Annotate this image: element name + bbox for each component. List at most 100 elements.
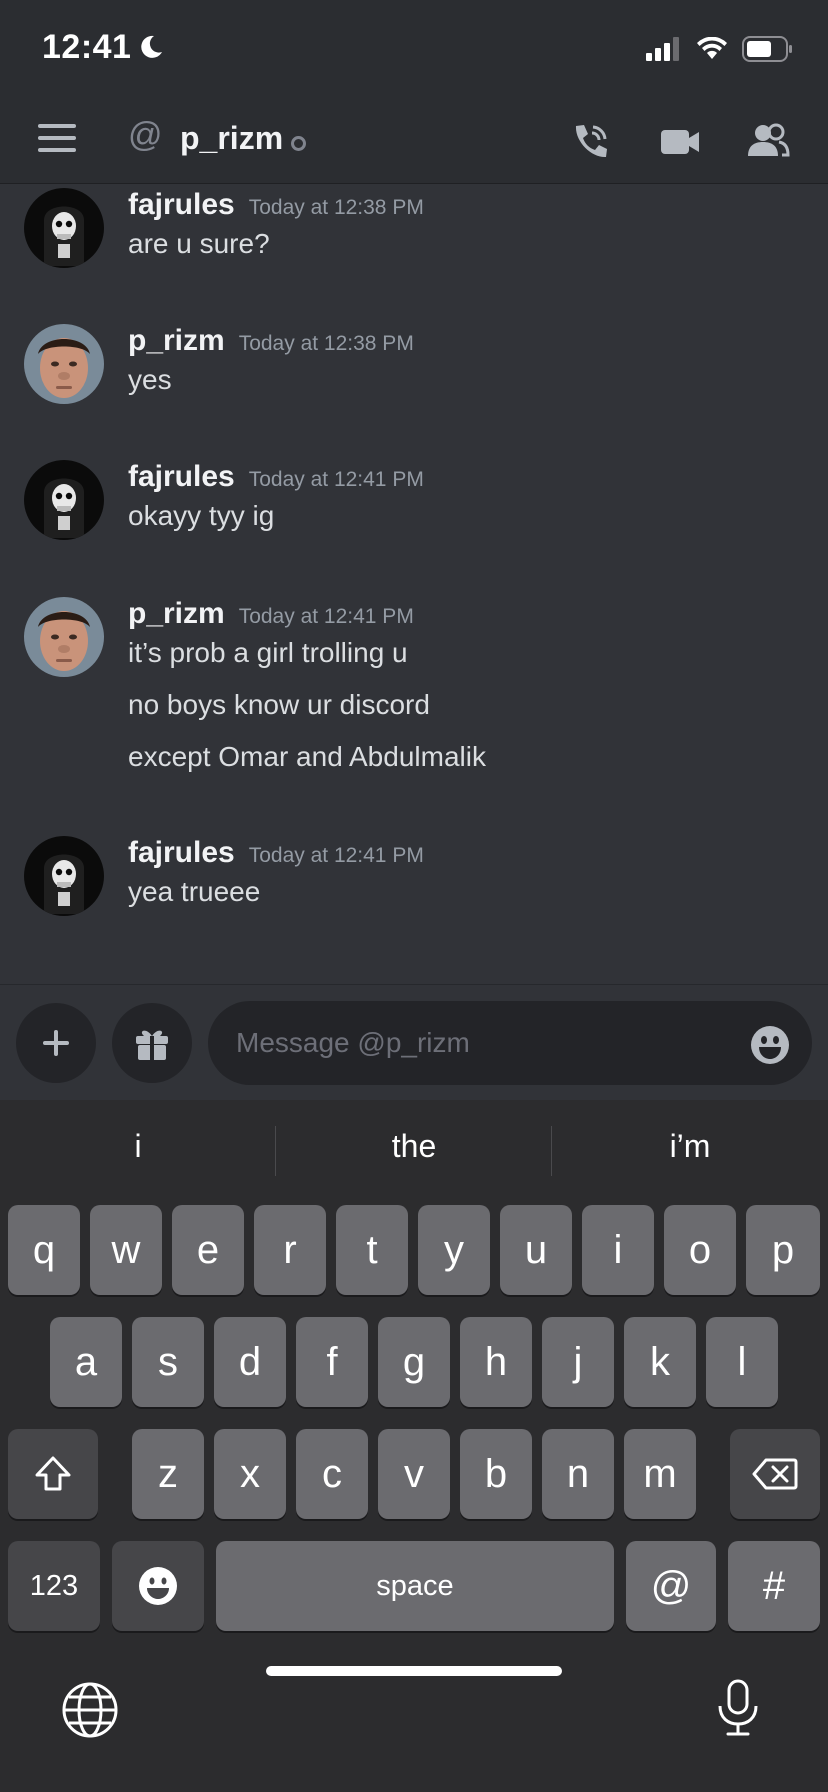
message-header: p_rizm Today at 12:38 PM (128, 324, 414, 358)
emoji-picker-icon[interactable] (750, 1025, 790, 1065)
video-camera-icon (661, 130, 699, 154)
timestamp: Today at 12:41 PM (248, 844, 424, 867)
wifi-icon (697, 37, 727, 59)
home-indicator[interactable] (266, 1666, 562, 1676)
username[interactable]: fajrules (128, 836, 235, 869)
key-r[interactable]: r (254, 1205, 326, 1295)
signal-icon (646, 37, 679, 61)
timestamp: Today at 12:38 PM (248, 196, 424, 219)
avatar-fajrules[interactable] (24, 188, 104, 268)
message-list[interactable]: fajrules Today at 12:38 PM are u sure? p_… (0, 184, 828, 984)
at-key[interactable]: @ (626, 1541, 716, 1631)
ios-keyboard: i the i’m q w e r t y u i o p a s d f g … (0, 1100, 828, 1792)
key-t[interactable]: t (336, 1205, 408, 1295)
message-header: fajrules Today at 12:41 PM (128, 460, 424, 494)
phone-call-icon (575, 125, 607, 158)
key-m[interactable]: m (624, 1429, 696, 1519)
globe-icon[interactable] (60, 1680, 120, 1740)
key-p[interactable]: p (746, 1205, 820, 1295)
shift-key[interactable] (8, 1429, 98, 1519)
key-n[interactable]: n (542, 1429, 614, 1519)
message-item: fajrules Today at 12:41 PM yea trueee (0, 832, 828, 952)
delete-key[interactable] (730, 1429, 820, 1519)
key-g[interactable]: g (378, 1317, 450, 1407)
key-x[interactable]: x (214, 1429, 286, 1519)
suggestion-bar: i the i’m (0, 1100, 828, 1200)
key-y[interactable]: y (418, 1205, 490, 1295)
key-f[interactable]: f (296, 1317, 368, 1407)
key-a[interactable]: a (50, 1317, 122, 1407)
voice-call-button[interactable] (566, 118, 614, 166)
key-b[interactable]: b (460, 1429, 532, 1519)
message-text: okayy tyy ig (128, 500, 275, 531)
face-avatar-icon (24, 324, 104, 404)
status-indicators (646, 36, 794, 62)
username[interactable]: fajrules (128, 460, 235, 493)
key-u[interactable]: u (500, 1205, 572, 1295)
message-text: yea trueee (128, 876, 261, 907)
message-item: p_rizm Today at 12:41 PM it’s prob a girl… (0, 593, 828, 813)
suggestion-item[interactable]: i’m (552, 1128, 828, 1165)
avatar-fajrules[interactable] (24, 836, 104, 916)
offline-status-icon (291, 136, 306, 151)
key-i[interactable]: i (582, 1205, 654, 1295)
key-d[interactable]: d (214, 1317, 286, 1407)
menu-icon[interactable] (38, 124, 76, 156)
key-e[interactable]: e (172, 1205, 244, 1295)
battery-icon (742, 36, 792, 62)
message-item: fajrules Today at 12:41 PM okayy tyy ig (0, 456, 828, 576)
gift-icon (136, 1030, 168, 1060)
key-w[interactable]: w (90, 1205, 162, 1295)
plus-icon (43, 1030, 69, 1056)
video-call-button[interactable] (656, 118, 704, 166)
emoji-key[interactable] (112, 1541, 204, 1631)
message-header: p_rizm Today at 12:41 PM (128, 597, 414, 631)
message-text: no boys know ur discord (128, 689, 430, 720)
at-icon: @ (128, 116, 163, 154)
key-k[interactable]: k (624, 1317, 696, 1407)
avatar-fajrules[interactable] (24, 460, 104, 540)
key-v[interactable]: v (378, 1429, 450, 1519)
key-q[interactable]: q (8, 1205, 80, 1295)
message-text: yes (128, 364, 172, 395)
suggestion-item[interactable]: i (0, 1128, 276, 1165)
avatar-p_rizm[interactable] (24, 597, 104, 677)
hash-key[interactable]: # (728, 1541, 820, 1631)
username[interactable]: fajrules (128, 188, 235, 221)
emoji-icon (139, 1567, 177, 1605)
status-time: 12:41 (42, 28, 132, 66)
skull-avatar-icon (24, 460, 104, 540)
key-h[interactable]: h (460, 1317, 532, 1407)
numbers-key[interactable]: 123 (8, 1541, 100, 1631)
message-header: fajrules Today at 12:38 PM (128, 188, 424, 222)
microphone-icon[interactable] (708, 1678, 768, 1738)
members-button[interactable] (744, 118, 792, 166)
username[interactable]: p_rizm (128, 597, 225, 630)
add-attachment-button[interactable] (16, 1003, 96, 1083)
timestamp: Today at 12:41 PM (238, 605, 414, 628)
key-j[interactable]: j (542, 1317, 614, 1407)
message-text: it’s prob a girl trolling u (128, 637, 408, 668)
backspace-icon (752, 1458, 798, 1490)
moon-icon (141, 35, 162, 58)
shift-icon (35, 1456, 71, 1491)
key-s[interactable]: s (132, 1317, 204, 1407)
channel-name[interactable]: p_rizm (180, 120, 283, 157)
suggestion-item[interactable]: the (276, 1128, 552, 1165)
message-input[interactable] (208, 1001, 812, 1085)
username[interactable]: p_rizm (128, 324, 225, 357)
avatar-p_rizm[interactable] (24, 324, 104, 404)
gift-button[interactable] (112, 1003, 192, 1083)
message-text: are u sure? (128, 228, 270, 259)
message-composer (0, 984, 828, 1100)
channel-header: @ p_rizm (0, 100, 828, 184)
key-c[interactable]: c (296, 1429, 368, 1519)
status-bar: 12:41 (0, 0, 828, 100)
members-icon (748, 123, 790, 157)
message-text: except Omar and Abdulmalik (128, 741, 486, 772)
face-avatar-icon (24, 597, 104, 677)
space-key[interactable]: space (216, 1541, 614, 1631)
key-o[interactable]: o (664, 1205, 736, 1295)
key-l[interactable]: l (706, 1317, 778, 1407)
key-z[interactable]: z (132, 1429, 204, 1519)
